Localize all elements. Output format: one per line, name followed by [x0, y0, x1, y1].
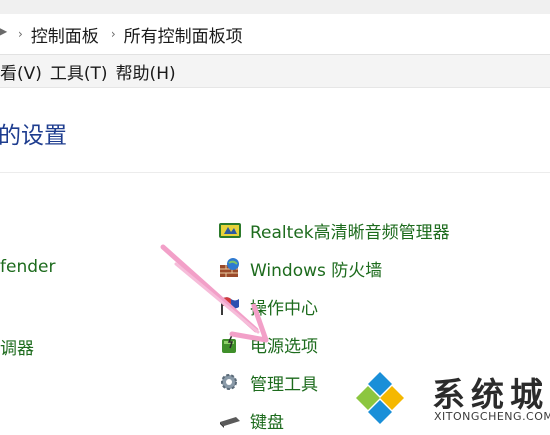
- admin-tools-icon: [218, 371, 242, 393]
- window-top-strip: [0, 0, 550, 14]
- watermark-logo: 系统城 XITONGCHENG.COM: [354, 364, 550, 434]
- item-label: 操作中心: [250, 298, 318, 319]
- item-keyboard[interactable]: 键盘: [218, 407, 284, 433]
- watermark-domain: XITONGCHENG.COM: [434, 410, 550, 423]
- item-label: 键盘: [250, 412, 284, 433]
- item-action-center[interactable]: 操作中心: [218, 293, 318, 319]
- breadcrumb-control-panel[interactable]: 控制面板: [31, 22, 99, 47]
- power-options-icon: [218, 333, 242, 355]
- watermark-brand: 系统城: [432, 375, 549, 414]
- item-label: 管理工具: [250, 374, 318, 395]
- firewall-icon: [218, 257, 242, 279]
- item-label: Realtek高清晰音频管理器: [250, 222, 450, 243]
- keyboard-icon: [218, 409, 242, 431]
- breadcrumb-separator-icon: ▶: [0, 24, 8, 38]
- menu-bar: 看(V) 工具(T) 帮助(H): [0, 55, 550, 88]
- item-label: 电源选项: [250, 336, 318, 357]
- item-label: Windows 防火墙: [250, 260, 383, 281]
- menu-tools[interactable]: 工具(T): [50, 59, 108, 84]
- action-center-flag-icon: [218, 295, 242, 317]
- divider: [0, 172, 550, 173]
- item-realtek-audio[interactable]: Realtek高清晰音频管理器: [218, 217, 450, 243]
- page-title: 的设置: [0, 123, 67, 149]
- left-item-defender[interactable]: fender: [0, 257, 55, 277]
- realtek-audio-icon: [218, 219, 242, 241]
- address-bar[interactable]: ▶ › 控制面板 › 所有控制面板项: [0, 14, 550, 55]
- breadcrumb-chevron-icon: ›: [110, 27, 116, 41]
- menu-view[interactable]: 看(V): [0, 59, 42, 84]
- item-power-options[interactable]: 电源选项: [218, 331, 318, 357]
- item-windows-firewall[interactable]: Windows 防火墙: [218, 255, 382, 281]
- left-item-tuner[interactable]: 调器: [0, 334, 34, 359]
- breadcrumb-all-items[interactable]: 所有控制面板项: [124, 22, 243, 47]
- menu-help[interactable]: 帮助(H): [116, 59, 176, 84]
- logo-diamond-icon: [356, 372, 404, 424]
- item-admin-tools[interactable]: 管理工具: [218, 369, 318, 395]
- breadcrumb-chevron-icon: ›: [18, 27, 23, 41]
